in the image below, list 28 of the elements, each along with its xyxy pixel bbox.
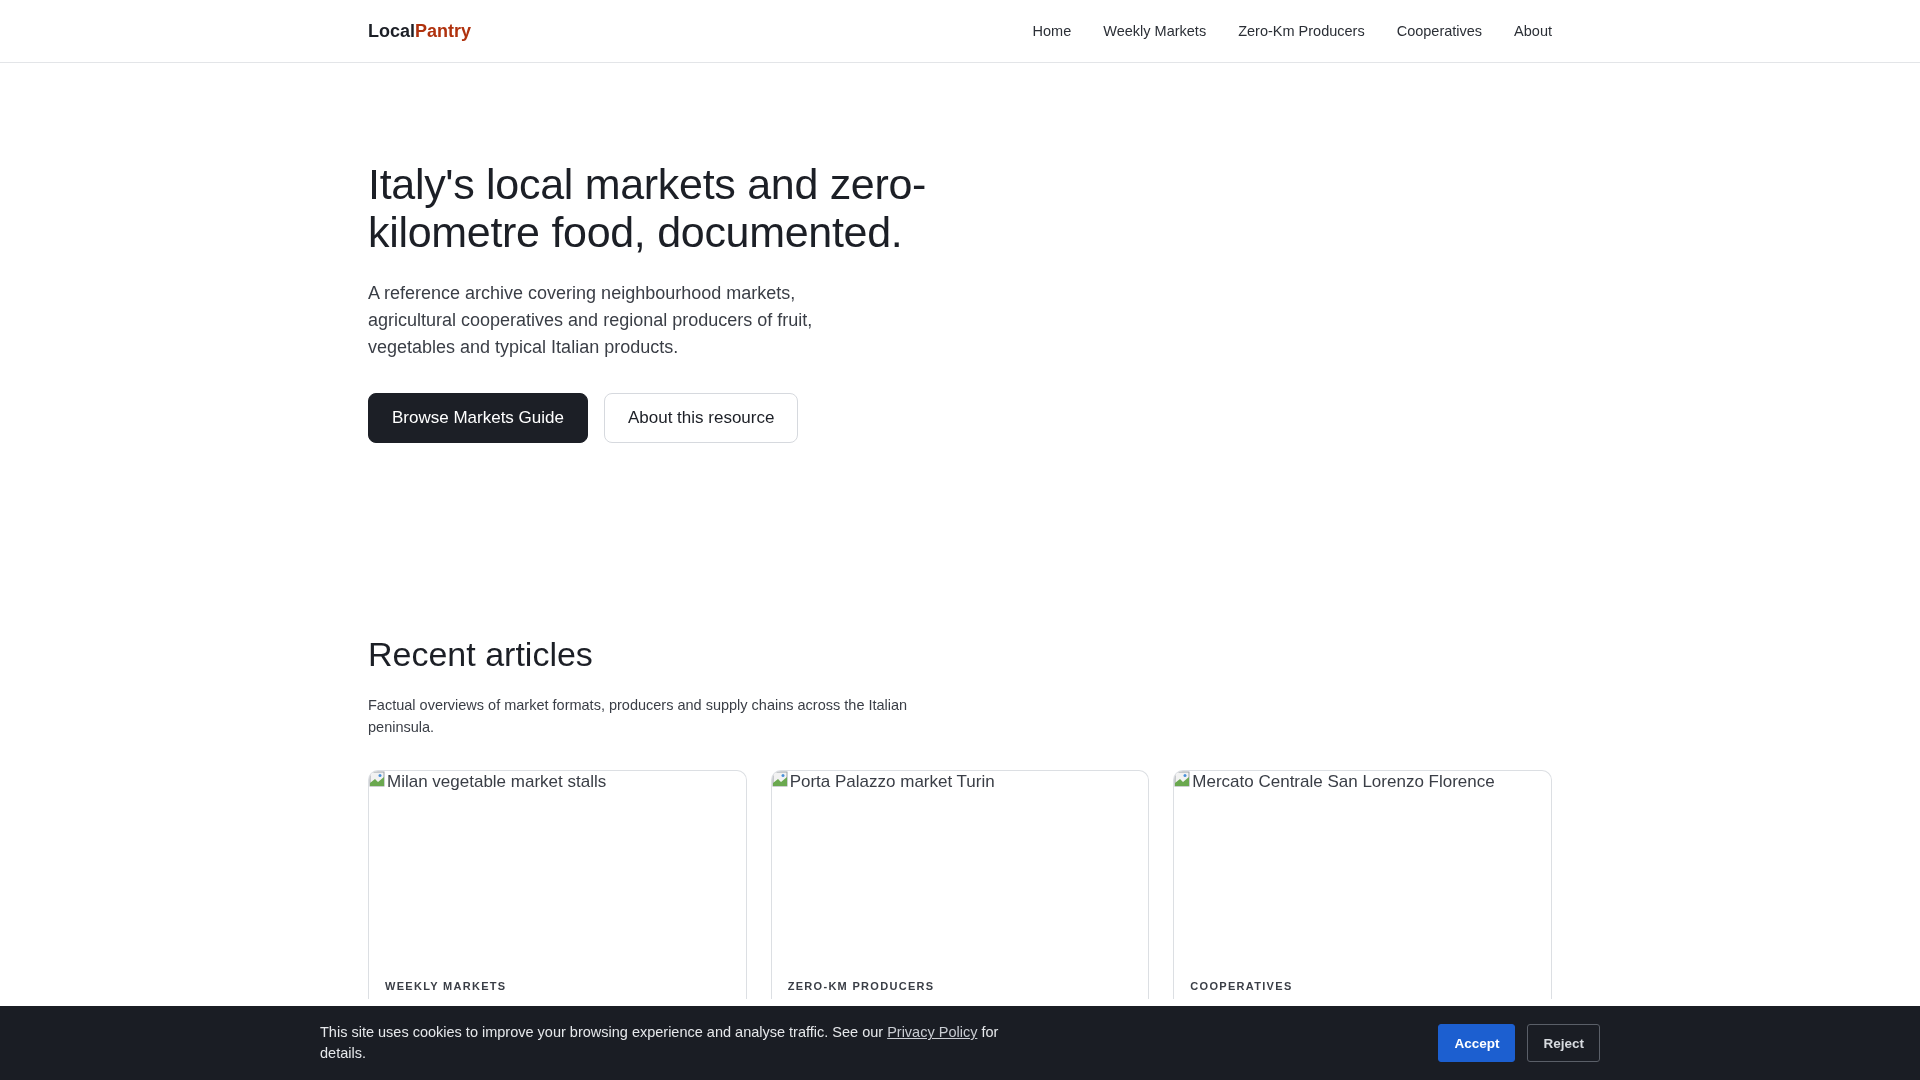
site-logo[interactable]: LocalPantry xyxy=(368,20,472,42)
nav-link[interactable]: About xyxy=(1514,23,1552,39)
privacy-policy-link[interactable]: Privacy Policy xyxy=(887,1024,978,1040)
nav-link[interactable]: Zero-Km Producers xyxy=(1238,23,1365,39)
category-label: ZERO-KM PRODUCERS xyxy=(787,980,936,993)
image-alt-text: Porta Palazzo market Turin xyxy=(789,771,995,793)
image-alt-text: Milan vegetable market stalls xyxy=(387,771,607,793)
reject-button[interactable]: Reject xyxy=(1527,1024,1600,1062)
nav-link[interactable]: Weekly Markets xyxy=(1103,23,1207,39)
article-card[interactable]: Milan vegetable market stalls WEEKLY MARKETS xyxy=(368,770,747,999)
image-alt-text: Mercato Centrale San Lorenzo Florence xyxy=(1192,771,1495,793)
category-label: COOPERATIVES xyxy=(1190,980,1294,993)
nav-link[interactable]: Cooperatives xyxy=(1396,23,1483,39)
cookie-notice: This site uses cookies to improve your browsing experience and analyse traffic. See our Privacy Policy for details. xyxy=(320,1023,1000,1063)
nav-link[interactable]: Home xyxy=(1032,23,1072,39)
accept-button[interactable]: Accept xyxy=(1438,1024,1516,1062)
article-card[interactable]: Mercato Centrale San Lorenzo Florence COOPERATIVES xyxy=(1173,770,1552,999)
category-label: WEEKLY MARKETS xyxy=(385,980,508,993)
hero-description: A reference archive covering neighbourhood markets, agricultural cooperatives and regional producers of fruit, vegetables and typical Italian products. xyxy=(368,282,814,359)
section-heading: Recent articles xyxy=(368,634,594,674)
broken-image-icon xyxy=(369,771,385,787)
broken-image-icon xyxy=(1174,771,1191,787)
broken-image-icon xyxy=(771,771,788,787)
about-button[interactable]: About this resource xyxy=(603,393,799,443)
section-description: Factual overviews of market formats, producers and supply chains across the Italian peninsula. xyxy=(368,696,909,737)
hero-heading: Italy's local markets and zero-kilometre food, documented. xyxy=(368,160,928,256)
browse-button[interactable]: Browse Markets Guide xyxy=(368,393,588,443)
article-card[interactable]: Porta Palazzo market Turin ZERO-KM PRODUCERS xyxy=(770,770,1150,999)
